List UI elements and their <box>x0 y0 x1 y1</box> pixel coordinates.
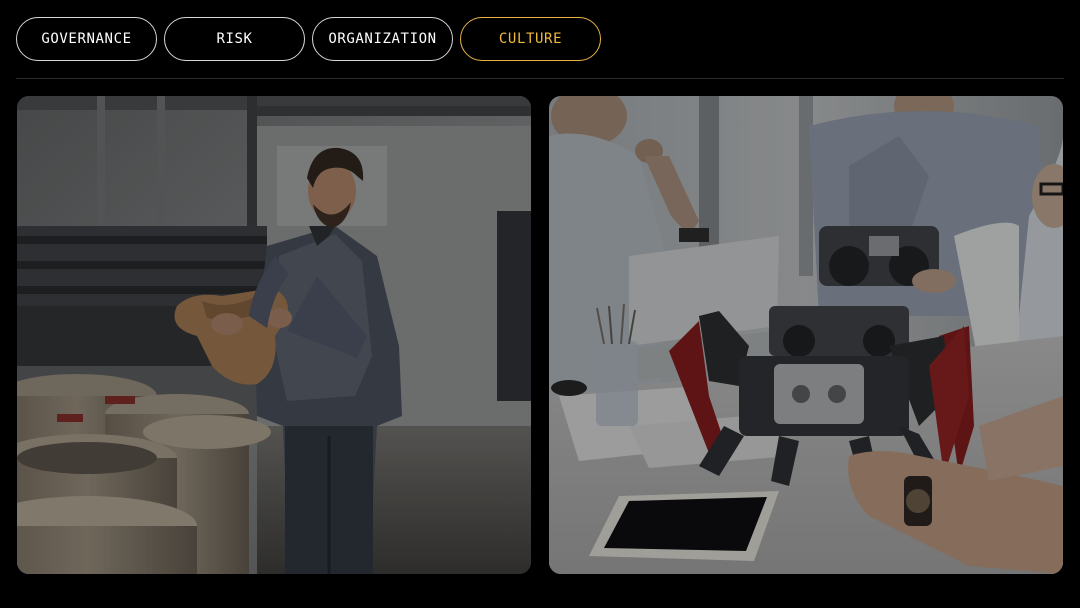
category-tab-bar: GOVERNANCE RISK ORGANIZATION CULTURE <box>16 17 601 61</box>
factory-worker-photo[interactable] <box>17 96 531 574</box>
tab-divider <box>16 78 1064 79</box>
tab-governance[interactable]: GOVERNANCE <box>16 17 157 61</box>
tab-culture[interactable]: CULTURE <box>460 17 601 61</box>
robotics-team-photo[interactable] <box>549 96 1063 574</box>
tab-organization[interactable]: ORGANIZATION <box>312 17 453 61</box>
robotics-team-illustration <box>549 96 1063 574</box>
factory-worker-illustration <box>17 96 531 574</box>
tab-risk[interactable]: RISK <box>164 17 305 61</box>
